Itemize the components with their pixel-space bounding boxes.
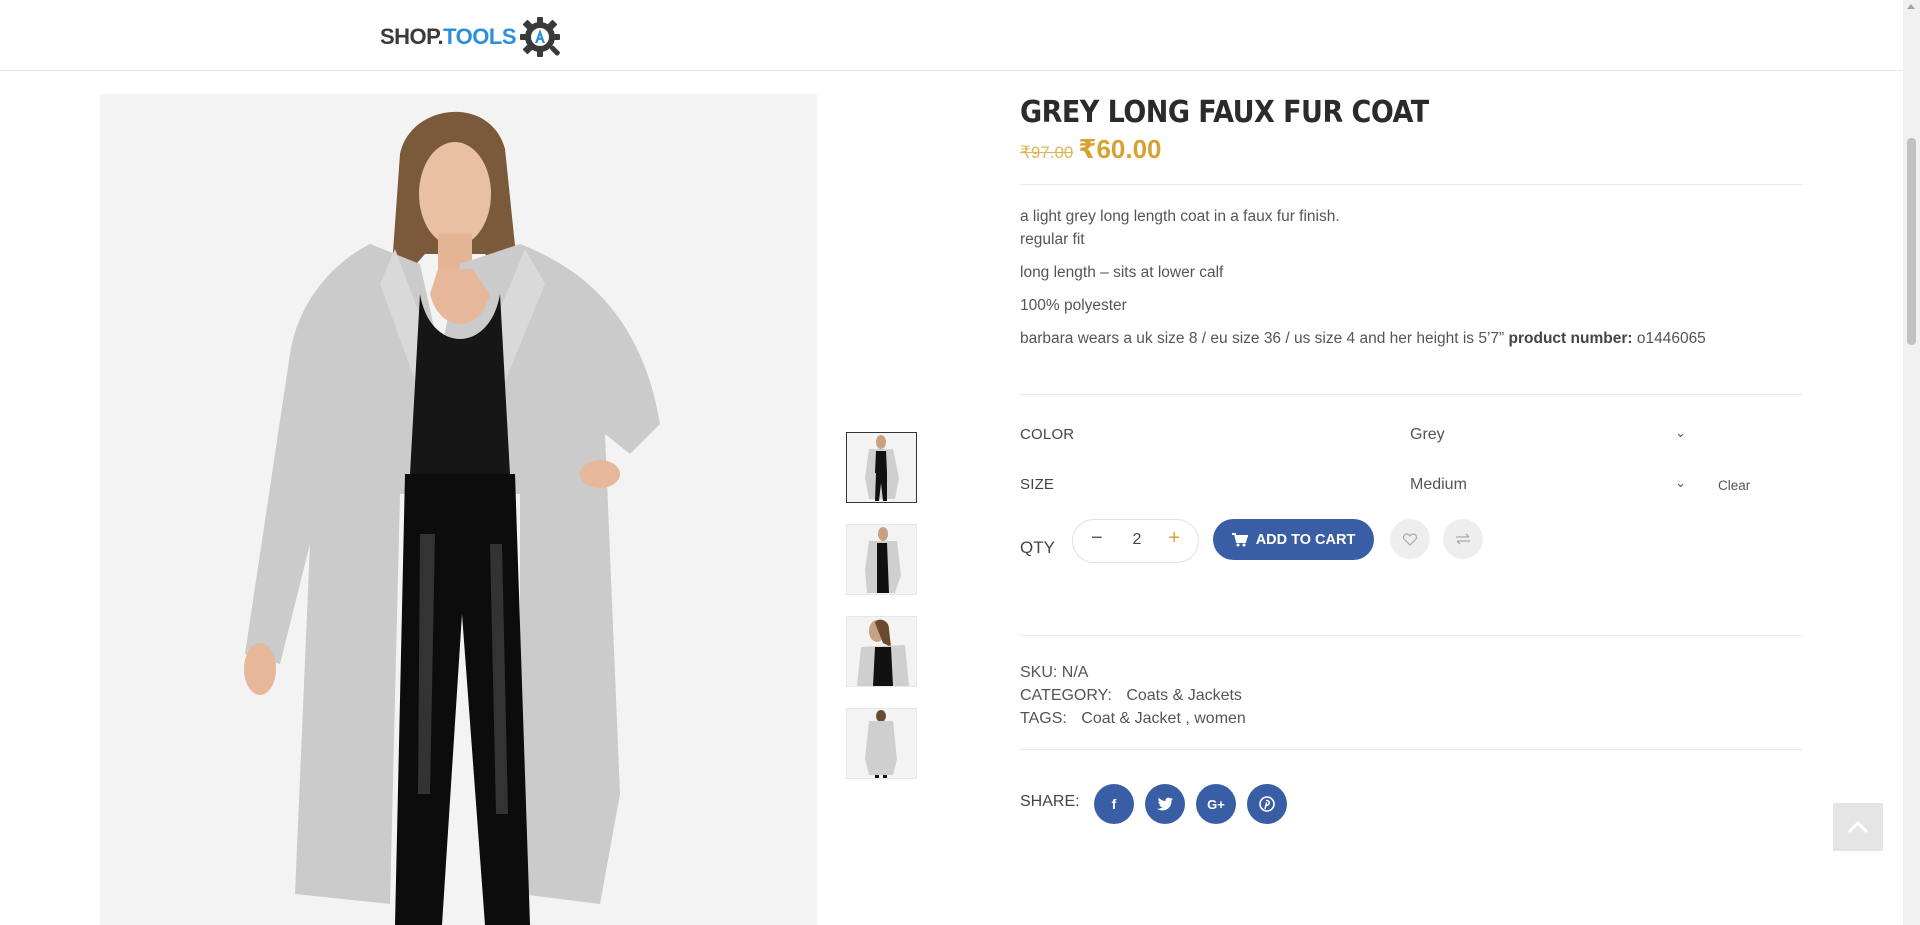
back-to-top-button[interactable] (1833, 803, 1883, 851)
quantity-stepper: − + (1072, 519, 1199, 563)
gear-magnifier-icon (520, 17, 561, 57)
twitter-bird-icon (1157, 797, 1173, 811)
tags-row: TAGS: Coat & Jacket , women (1020, 708, 1802, 730)
thumbnail-photo (847, 709, 916, 778)
site-header: SHOP.TOOLS (0, 0, 1903, 71)
qty-label: QTY (1020, 538, 1055, 557)
sku-label: SKU: (1020, 664, 1058, 681)
description-line: a light grey long length coat in a faux … (1020, 208, 1340, 225)
product-thumbnail-1[interactable] (846, 432, 917, 503)
site-logo[interactable]: SHOP.TOOLS (380, 14, 562, 60)
add-to-cart-button[interactable]: ADD TO CART (1213, 519, 1374, 560)
size-select[interactable]: Medium ⌄ (1410, 467, 1700, 503)
description-line: long length – sits at lower calf (1020, 264, 1224, 281)
category-link[interactable]: Coats & Jackets (1126, 687, 1242, 704)
color-variation-row: COLOR Grey ⌄ (1020, 411, 1802, 461)
qty-increase-button[interactable]: + (1168, 527, 1180, 550)
price-row: ₹97.00 ₹60.00 (1020, 134, 1802, 172)
scroll-up-arrow-icon[interactable] (1907, 4, 1915, 9)
page-scrollbar[interactable] (1903, 0, 1920, 925)
tag-link[interactable]: Coat & Jacket (1081, 710, 1181, 727)
product-thumbnail-2[interactable] (846, 524, 917, 595)
cart-icon (1231, 532, 1248, 546)
product-meta: SKU: N/A CATEGORY: Coats & Jackets TAGS:… (1020, 635, 1802, 749)
scrollbar-thumb[interactable] (1907, 138, 1916, 345)
category-row: CATEGORY: Coats & Jackets (1020, 685, 1802, 707)
thumbnail-photo (847, 525, 916, 594)
description-line: barbara wears a uk size 8 / eu size 36 /… (1020, 329, 1802, 349)
size-variation-row: SIZE Medium ⌄ Clear (1020, 461, 1802, 511)
add-to-cart-label: ADD TO CART (1255, 531, 1356, 548)
chevron-down-icon: ⌄ (1675, 475, 1686, 490)
regular-price: ₹97.00 (1020, 143, 1074, 162)
share-googleplus-button[interactable]: G+ (1196, 784, 1236, 824)
share-pinterest-button[interactable] (1247, 784, 1287, 824)
model-photo (100, 94, 817, 925)
facebook-icon: f (1111, 796, 1117, 812)
color-selected-value: Grey (1410, 426, 1445, 443)
model-size-text: barbara wears a uk size 8 / eu size 36 /… (1020, 330, 1505, 347)
sale-price: ₹60.00 (1078, 134, 1162, 164)
sku-row: SKU: N/A (1020, 662, 1802, 684)
thumbnail-photo (847, 617, 916, 686)
add-to-wishlist-button[interactable] (1390, 519, 1430, 559)
arrows-icon (1456, 533, 1470, 545)
size-label: SIZE (1020, 476, 1055, 493)
share-row: SHARE: f G+ (1020, 749, 1802, 840)
color-select[interactable]: Grey ⌄ (1410, 417, 1700, 453)
tag-separator: , (1180, 710, 1195, 727)
add-to-cart-row: QTY − + ADD TO CART (1020, 519, 1802, 579)
product-number: o1446065 (1636, 330, 1706, 347)
share-facebook-button[interactable]: f (1094, 784, 1134, 824)
product-description: a light grey long length coat in a faux … (1020, 185, 1802, 394)
heart-icon (1403, 532, 1417, 546)
pinterest-icon (1259, 796, 1275, 812)
share-twitter-button[interactable] (1145, 784, 1185, 824)
logo-text-tools: TOOLS (443, 24, 517, 49)
logo-text-shop: SHOP. (380, 24, 444, 49)
product-number-label: product number: (1508, 330, 1633, 347)
category-label: CATEGORY: (1020, 687, 1112, 704)
compare-button[interactable] (1443, 519, 1483, 559)
product-thumbnails (846, 432, 917, 800)
product-main-image[interactable] (100, 94, 817, 925)
share-label: SHARE: (1020, 793, 1080, 810)
sku-value: N/A (1061, 664, 1089, 681)
chevron-down-icon: ⌄ (1675, 425, 1686, 440)
tag-link[interactable]: women (1194, 710, 1246, 727)
description-line: 100% polyester (1020, 297, 1127, 314)
product-title: GREY LONG FAUX FUR COAT (1020, 95, 1429, 130)
tags-label: TAGS: (1020, 710, 1067, 727)
color-label: COLOR (1020, 426, 1075, 443)
logo-wordmark: SHOP.TOOLS (380, 24, 517, 50)
qty-input[interactable] (1113, 530, 1161, 550)
description-line: regular fit (1020, 231, 1085, 248)
product-thumbnail-4[interactable] (846, 708, 917, 779)
size-selected-value: Medium (1410, 476, 1467, 493)
product-thumbnail-3[interactable] (846, 616, 917, 687)
product-details: GREY LONG FAUX FUR COAT ₹97.00 ₹60.00 a … (1020, 90, 1802, 840)
thumbnail-photo (847, 433, 916, 502)
googleplus-icon: G+ (1207, 796, 1225, 812)
chevron-up-icon (1847, 820, 1869, 834)
clear-variations-link[interactable]: Clear (1718, 478, 1750, 493)
qty-decrease-button[interactable]: − (1091, 527, 1103, 550)
